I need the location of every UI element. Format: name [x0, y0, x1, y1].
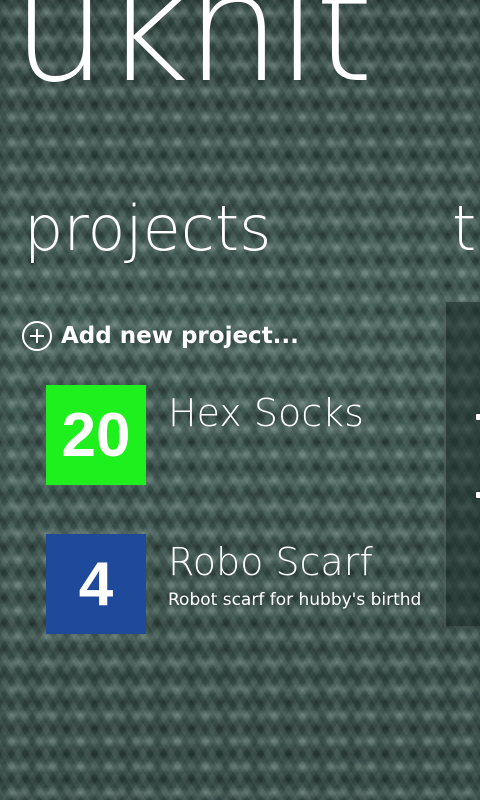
next-panel-mark: [476, 492, 480, 498]
next-panel-mark: [476, 414, 480, 420]
project-description: Robot scarf for hubby's birthday: [168, 590, 422, 610]
project-item[interactable]: 20 Hex Socks: [46, 385, 426, 485]
next-pivot-panel-peek: [444, 302, 480, 626]
project-name: Hex Socks: [168, 391, 364, 435]
project-name: Robo Scarf: [168, 540, 373, 584]
add-circle-icon: [22, 321, 52, 351]
project-count: 4: [78, 549, 114, 619]
app-title: uknit: [12, 0, 373, 116]
add-new-project-label: Add new project...: [61, 323, 299, 349]
pivot-header-projects[interactable]: projects: [24, 198, 272, 260]
add-new-project-button[interactable]: Add new project...: [22, 318, 299, 354]
pivot-header-next-peek[interactable]: t: [452, 198, 476, 260]
project-item[interactable]: 4 Robo Scarf Robot scarf for hubby's bir…: [46, 534, 426, 634]
project-list: 20 Hex Socks 4 Robo Scarf Robot scarf fo…: [46, 385, 426, 683]
project-count: 20: [61, 400, 131, 470]
project-count-tile: 4: [46, 534, 146, 634]
project-count-tile: 20: [46, 385, 146, 485]
